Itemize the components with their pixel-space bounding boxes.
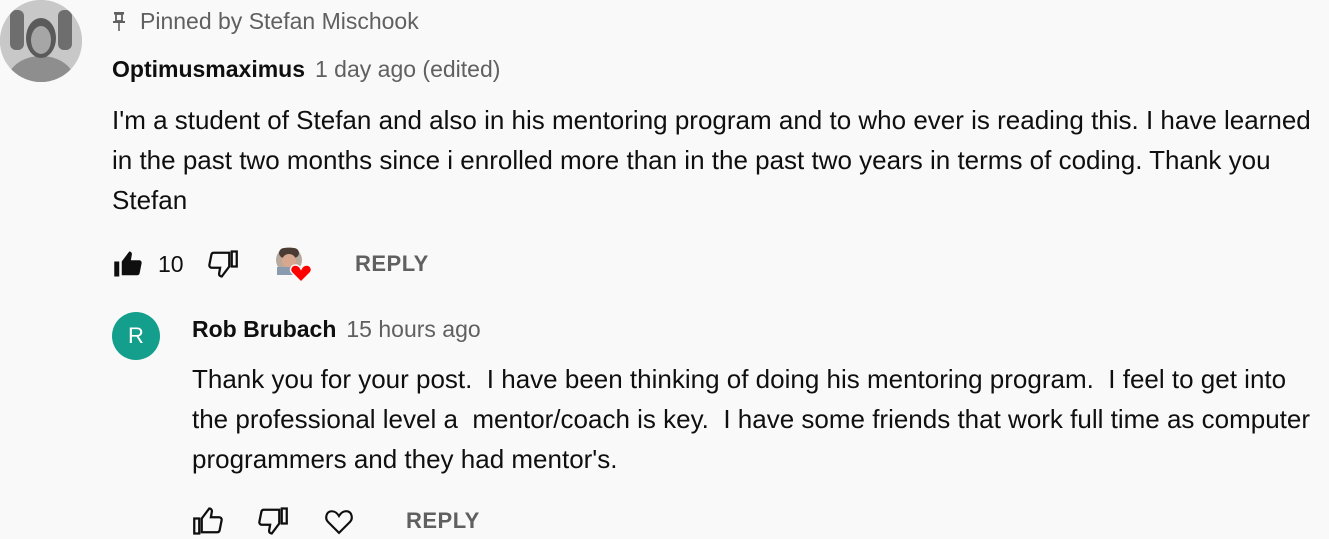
reply-button[interactable]: REPLY [406,508,480,534]
comment-header: Optimusmaximus 1 day ago (edited) [112,56,500,83]
reply-avatar-letter: R [128,323,144,348]
reply-header: Rob Brubach 15 hours ago [192,316,481,343]
thumbs-up-filled-icon[interactable] [112,248,144,280]
comment-text: I'm a student of Stefan and also in his … [112,105,1311,215]
creator-heart-icon[interactable] [273,242,317,286]
thumbs-down-icon[interactable] [206,248,240,280]
reply-timestamp[interactable]: 15 hours ago [346,316,480,343]
pinned-text: Pinned by Stefan Mischook [140,7,419,34]
reply-avatar[interactable]: R [112,312,160,360]
avatar[interactable] [0,0,82,82]
reply-button[interactable]: REPLY [355,251,429,277]
thumbs-down-icon[interactable] [256,505,290,537]
reply-actions: REPLY [192,503,480,539]
like-count: 10 [158,250,184,277]
pinned-label: Pinned by Stefan Mischook [112,6,419,36]
comment-author[interactable]: Optimusmaximus [112,56,305,83]
reply-text: Thank you for your post. I have been thi… [192,364,1318,474]
reply-author[interactable]: Rob Brubach [192,316,336,343]
thumbs-up-icon[interactable] [192,505,224,537]
comment-actions: 10 REPLY [112,244,429,284]
comment-timestamp[interactable]: 1 day ago (edited) [315,56,500,83]
pin-icon [112,10,128,32]
heart-outline-icon[interactable] [322,505,356,537]
